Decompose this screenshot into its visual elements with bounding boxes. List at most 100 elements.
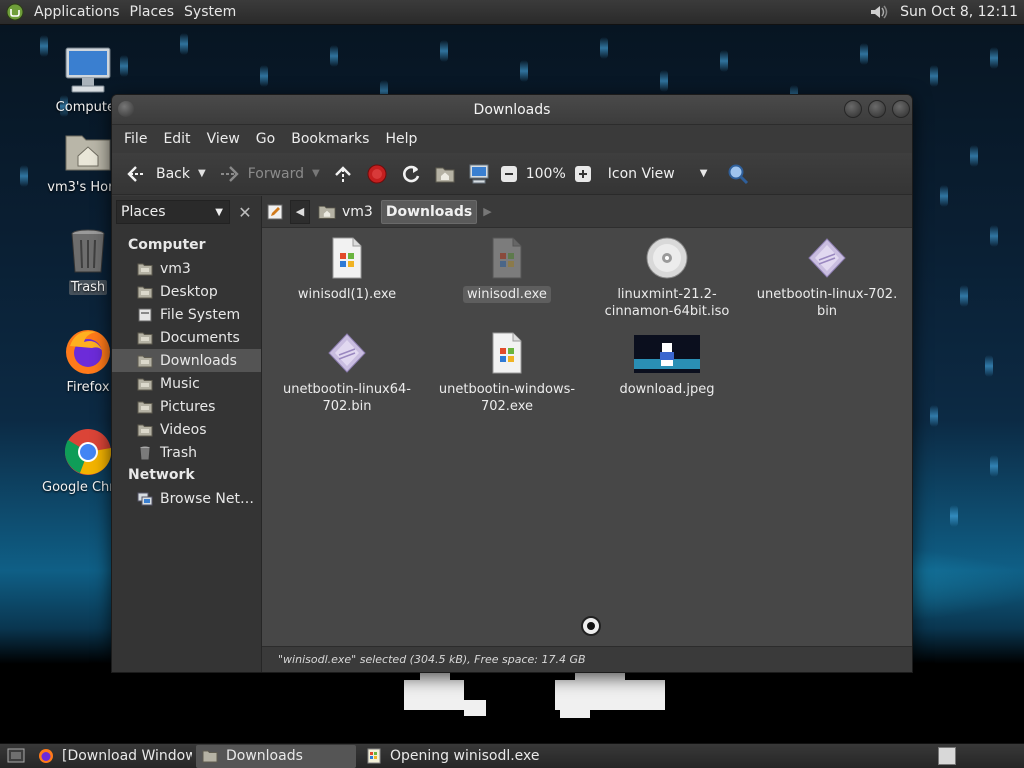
back-button[interactable]: Back ▼ [120,158,212,190]
menu-applications[interactable]: Applications [32,0,128,25]
file-name-label: winisodl.exe [463,286,551,303]
sidebar-section-computer: Computer [128,237,206,253]
menu-system[interactable]: System [182,0,244,25]
forward-arrow-icon [220,165,239,182]
task-list: [Download Window… Downloads Opening winiso… [32,744,564,768]
reload-button[interactable] [394,158,428,190]
menu-view[interactable]: View [199,125,248,153]
trash-icon [62,226,114,278]
sidebar-item-file-system[interactable]: File System [112,303,261,326]
binary-icon [805,236,849,280]
menu-places[interactable]: Places [128,0,183,25]
close-sidebar-icon[interactable]: ✕ [234,201,256,223]
breadcrumb-label: vm3 [342,203,373,220]
menu-file[interactable]: File [116,125,155,153]
disc-image-icon [645,236,689,280]
file-item-unetbootin-linux64-702-bin[interactable]: unetbootin-linux64- 702.bin [272,331,422,415]
sidebar-item-label: Browse Net… [160,490,255,507]
sidebar-item-browse-net[interactable]: Browse Net… [112,487,261,510]
breadcrumb-right-arrow[interactable]: ▶ [483,205,491,218]
sidebar-item-documents[interactable]: Documents [112,326,261,349]
folder-icon [136,376,154,392]
edit-location-icon [267,204,283,219]
up-button[interactable] [326,158,360,190]
status-text: "winisodl.exe" selected (304.5 kB), Free… [278,653,586,666]
home-button[interactable] [428,158,462,190]
forward-button[interactable]: Forward ▼ [212,158,326,190]
view-mode-select[interactable]: Icon View ▼ [600,166,722,182]
minimize-button[interactable] [844,100,862,118]
file-name-label: download.jpeg [619,382,715,397]
maximize-button[interactable] [868,100,886,118]
computer-button[interactable] [462,158,496,190]
menu-help[interactable]: Help [377,125,425,153]
taskbar-item-download-window[interactable]: [Download Window… [32,745,192,768]
file-item-download-jpeg[interactable]: download.jpeg [592,331,742,398]
menu-bookmarks[interactable]: Bookmarks [283,125,377,153]
sidebar-pane-select[interactable]: Places ▼ [116,200,230,224]
reload-icon [402,165,419,182]
places-list: Computer vm3 Desktop File System Documents Do… [112,228,261,510]
taskbar-item-downloads[interactable]: Downloads [196,744,356,768]
zoom-out-icon[interactable] [498,163,520,185]
back-history-dropdown[interactable]: ▼ [198,168,206,179]
forward-history-dropdown[interactable]: ▼ [312,168,320,179]
network-icon [136,491,154,507]
show-desktop-icon[interactable] [6,746,26,766]
sidebar-item-label: Trash [160,444,197,461]
breadcrumb-downloads[interactable]: Downloads [380,199,478,224]
file-name-label: unetbootin-linux64- 702.bin [282,382,411,414]
sidebar-item-pictures[interactable]: Pictures [112,395,261,418]
sidebar: Places ▼ ✕ Computer vm3 Desktop File System… [112,196,262,672]
sidebar-item-downloads[interactable]: Downloads [112,349,261,372]
toolbar: Back ▼ Forward ▼ 100% Icon View ▼ [112,153,912,195]
sidebar-item-videos[interactable]: Videos [112,418,261,441]
window-menu-button[interactable] [118,101,134,117]
desktop-icon-label: Firefox [66,380,110,395]
filesystem-icon [136,307,154,323]
volume-icon[interactable] [868,2,888,22]
sidebar-item-label: Desktop [160,283,218,300]
sidebar-item-label: File System [160,306,241,323]
zoom-level: 100% [525,165,566,182]
file-item-unetbootin-linux-702-bin[interactable]: unetbootin-linux-702. bin [752,236,902,320]
window-titlebar[interactable]: Downloads [112,95,912,125]
sidebar-pane-label: Places [121,204,166,220]
menu-edit[interactable]: Edit [155,125,198,153]
file-item-unetbootin-windows-702-exe[interactable]: unetbootin-windows- 702.exe [432,331,582,415]
computer-icon [62,46,114,98]
sidebar-item-label: Videos [160,421,207,438]
breadcrumb-left-arrow[interactable]: ◀ [290,199,310,224]
file-item-winisodl-1-exe[interactable]: winisodl(1).exe [272,236,422,303]
sidebar-item-vm3[interactable]: vm3 [112,257,261,280]
search-button[interactable] [721,158,755,190]
back-label: Back [156,165,190,182]
stop-button[interactable] [360,158,394,190]
file-item-linuxmint-21-2-cinnamon-64bit-iso[interactable]: linuxmint-21.2- cinnamon-64bit.iso [592,236,742,320]
sidebar-item-desktop[interactable]: Desktop [112,280,261,303]
linux-mint-logo-icon[interactable] [6,3,24,21]
binary-icon [325,331,369,375]
close-button[interactable] [892,100,910,118]
sidebar-item-music[interactable]: Music [112,372,261,395]
desktop-icon-label: Trash [68,280,108,295]
up-arrow-icon [334,165,351,182]
firefox-icon [38,748,54,764]
zoom-in-icon[interactable] [572,163,594,185]
view-mode-label: Icon View [607,165,675,182]
breadcrumb-vm3[interactable]: vm3 [314,200,377,224]
folder-icon [136,284,154,300]
clock[interactable]: Sun Oct 8, 12:11 [888,4,1024,20]
toggle-location-entry-button[interactable] [266,200,284,224]
taskbar-item-opening-winisodl-exe[interactable]: Opening winisodl.exe [360,745,560,768]
file-name-label: winisodl(1).exe [297,287,397,302]
taskbar-item-label: Opening winisodl.exe [390,748,540,764]
menu-go[interactable]: Go [248,125,283,153]
exe-icon [485,236,529,280]
home-folder-icon [318,205,336,219]
workspace-switcher[interactable] [938,747,956,765]
forward-label: Forward [247,165,305,182]
sidebar-item-trash[interactable]: Trash [112,441,261,464]
bottom-taskbar: [Download Window… Downloads Opening winiso… [0,743,1024,768]
file-item-winisodl-exe[interactable]: winisodl.exe [432,236,582,303]
